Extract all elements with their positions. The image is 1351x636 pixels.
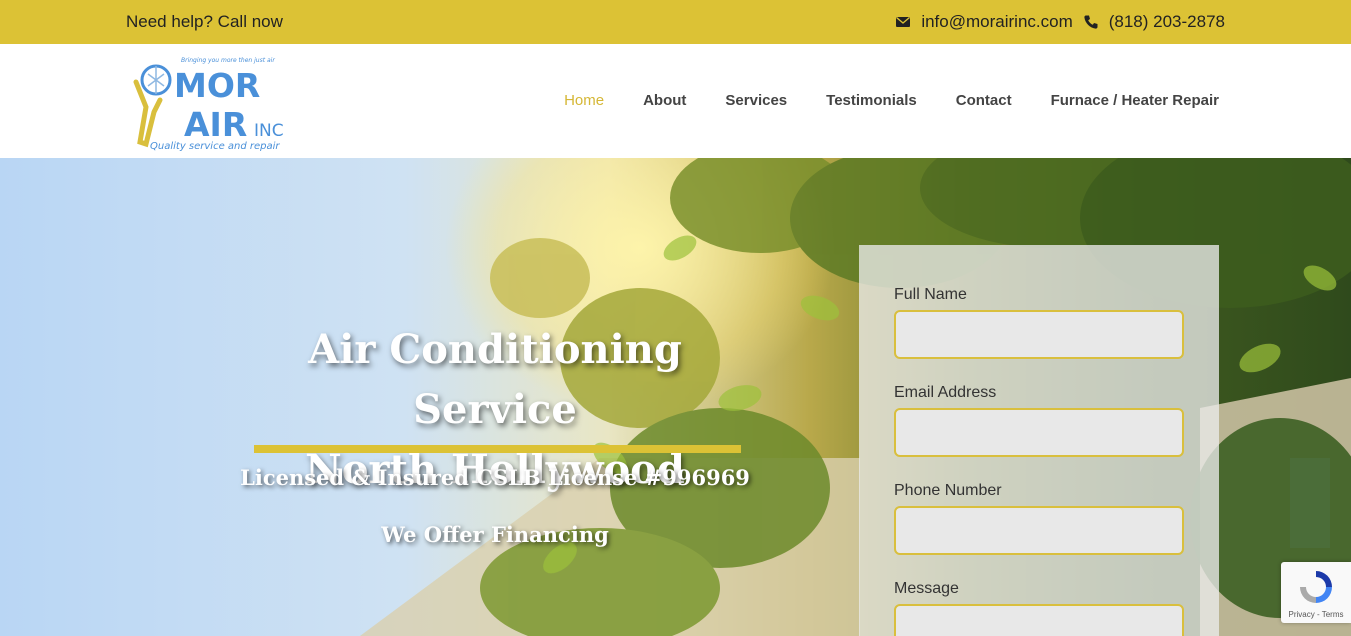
hero-banner: Air Conditioning Service North Hollywood… <box>0 158 1351 636</box>
logo-suffix: INC <box>254 121 284 141</box>
recaptcha-terms[interactable]: Privacy - Terms <box>1281 610 1351 619</box>
logo-name-line2: AIR <box>184 105 247 144</box>
logo-tagline: Bringing you more then just air <box>181 57 275 64</box>
message-textarea[interactable] <box>894 604 1184 636</box>
phone-label: Phone Number <box>894 482 1002 499</box>
email-label: Email Address <box>894 384 997 401</box>
financing-text: We Offer Financing <box>381 522 609 547</box>
hero-title-line1: Air Conditioning Service <box>308 326 682 433</box>
email-input[interactable] <box>894 408 1184 457</box>
message-label: Message <box>894 580 959 597</box>
full-name-input[interactable] <box>894 310 1184 359</box>
top-bar: Need help? Call now info@morairinc.com (… <box>0 0 1351 44</box>
hero-divider <box>254 445 741 453</box>
nav-item-services[interactable]: Services <box>725 92 787 109</box>
logo-name-line1: MOR <box>174 66 260 105</box>
contact-info: info@morairinc.com (818) 203-2878 <box>895 12 1225 32</box>
recaptcha-badge[interactable]: Privacy - Terms <box>1281 562 1351 623</box>
recaptcha-icon <box>1300 571 1332 603</box>
contact-form: Full Name Email Address Phone Number Mes… <box>859 245 1219 636</box>
site-header: Bringing you more then just air MOR AIR … <box>0 44 1351 158</box>
logo-slogan: Quality service and repair <box>150 141 280 152</box>
main-nav: Home About Services Testimonials Contact… <box>564 92 1219 109</box>
company-logo[interactable]: Bringing you more then just air MOR AIR … <box>126 52 291 152</box>
nav-item-furnace-heater-repair[interactable]: Furnace / Heater Repair <box>1051 92 1219 109</box>
phone-icon <box>1084 15 1098 29</box>
phone-input[interactable] <box>894 506 1184 555</box>
help-text: Need help? Call now <box>126 12 283 31</box>
nav-item-about[interactable]: About <box>643 92 686 109</box>
email-link[interactable]: info@morairinc.com <box>921 12 1072 32</box>
nav-item-testimonials[interactable]: Testimonials <box>826 92 917 109</box>
phone-link[interactable]: (818) 203-2878 <box>1109 12 1225 32</box>
envelope-icon <box>896 16 911 27</box>
nav-item-home[interactable]: Home <box>564 92 604 109</box>
nav-item-contact[interactable]: Contact <box>956 92 1012 109</box>
full-name-label: Full Name <box>894 286 967 303</box>
license-text: Licensed & Insured CSLB License #996969 <box>240 465 750 490</box>
